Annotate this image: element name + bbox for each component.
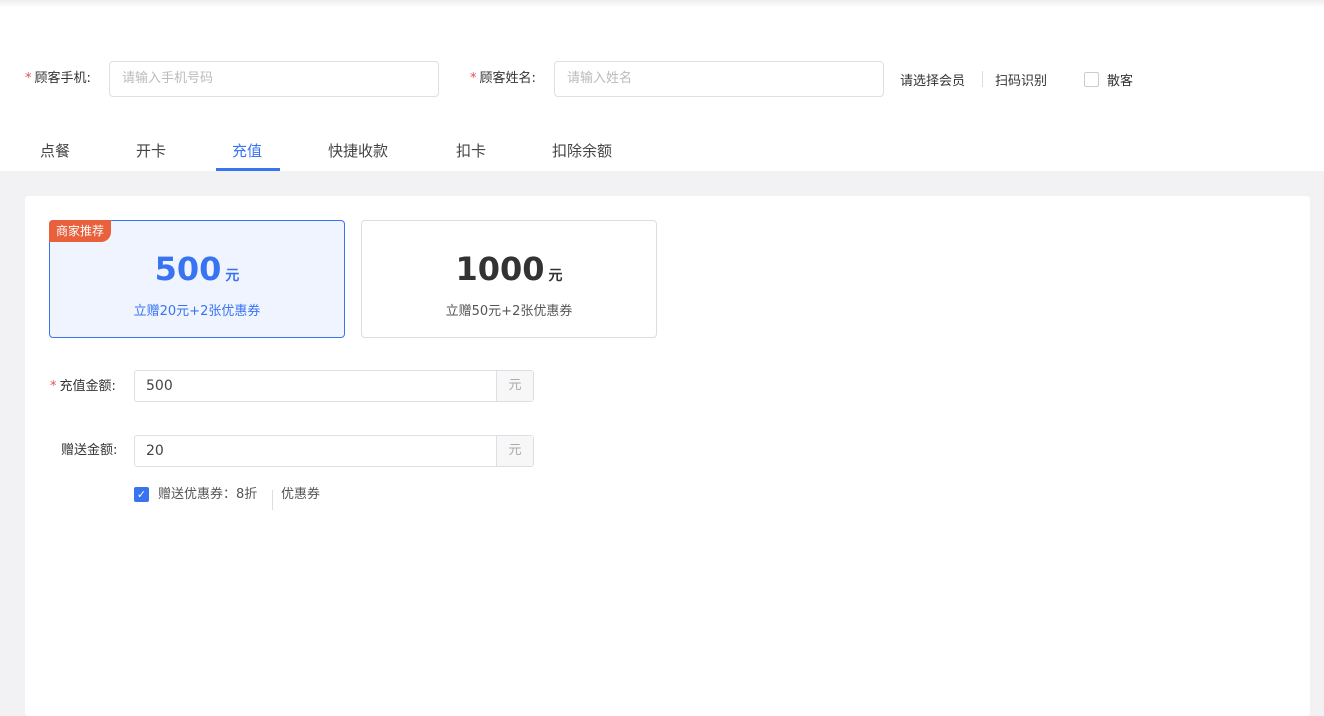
package-desc: 立赠20元+2张优惠券 bbox=[133, 304, 261, 319]
package-amount: 500 bbox=[154, 250, 222, 288]
recommend-badge: 商家推荐 bbox=[49, 220, 112, 242]
coupon-link[interactable]: 优惠券 bbox=[281, 486, 320, 504]
phone-label: * 顾客手机: bbox=[25, 70, 91, 88]
gift-amount-label: 赠送金额: bbox=[61, 443, 118, 458]
recharge-amount-input[interactable]: 500 bbox=[135, 371, 496, 401]
recharge-amount-field[interactable]: 500 元 bbox=[134, 370, 534, 402]
package-amount: 1000 bbox=[455, 250, 545, 288]
gift-amount-field[interactable]: 20 元 bbox=[134, 435, 534, 467]
divider bbox=[272, 490, 273, 510]
top-shadow bbox=[0, 0, 1324, 8]
tab-deduct-card[interactable]: 扣卡 bbox=[456, 140, 486, 161]
package-card-500[interactable]: 商家推荐 500 元 立赠20元+2张优惠券 bbox=[49, 220, 345, 338]
package-unit: 元 bbox=[548, 268, 563, 284]
tab-order[interactable]: 点餐 bbox=[40, 140, 70, 161]
scan-link[interactable]: 扫码识别 bbox=[995, 70, 1047, 89]
walk-in-checkbox[interactable] bbox=[1084, 72, 1099, 87]
required-mark: * bbox=[470, 71, 477, 86]
tab-recharge[interactable]: 充值 bbox=[232, 140, 262, 161]
name-input[interactable]: 请输入姓名 bbox=[554, 61, 884, 97]
gift-coupon-checkbox[interactable]: ✓ bbox=[134, 487, 149, 502]
package-card-1000[interactable]: 1000 元 立赠50元+2张优惠券 bbox=[361, 220, 657, 338]
header-area: * 顾客手机: 请输入手机号码 * 顾客姓名: 请输入姓名 请选择会员 扫码识别 散… bbox=[0, 0, 1324, 171]
recharge-label-text: 充值金额: bbox=[59, 379, 116, 394]
active-tab-indicator bbox=[216, 168, 280, 171]
phone-input[interactable]: 请输入手机号码 bbox=[109, 61, 439, 97]
tab-deduct-balance[interactable]: 扣除余额 bbox=[552, 140, 612, 161]
tab-open-card[interactable]: 开卡 bbox=[136, 140, 166, 161]
tab-quick-pay[interactable]: 快捷收款 bbox=[328, 140, 388, 161]
gift-amount-input[interactable]: 20 bbox=[135, 436, 496, 466]
walk-in-label: 散客 bbox=[1107, 74, 1134, 89]
required-mark: * bbox=[25, 71, 32, 86]
divider bbox=[982, 71, 983, 87]
required-mark: * bbox=[50, 379, 57, 394]
name-label-text: 顾客姓名: bbox=[479, 71, 536, 86]
package-desc: 立赠50元+2张优惠券 bbox=[445, 304, 573, 319]
name-label: * 顾客姓名: bbox=[470, 70, 536, 88]
phone-label-text: 顾客手机: bbox=[34, 71, 91, 86]
package-unit: 元 bbox=[225, 268, 240, 284]
recharge-amount-label: * 充值金额: bbox=[50, 378, 116, 396]
select-member-link[interactable]: 请选择会员 bbox=[900, 70, 965, 89]
unit-addon: 元 bbox=[496, 436, 533, 466]
unit-addon: 元 bbox=[496, 371, 533, 401]
recharge-panel: 商家推荐 500 元 立赠20元+2张优惠券 1000 元 立赠50元+2张优惠券 … bbox=[25, 196, 1310, 716]
gift-coupon-label: 赠送优惠券：8折 bbox=[158, 487, 258, 502]
